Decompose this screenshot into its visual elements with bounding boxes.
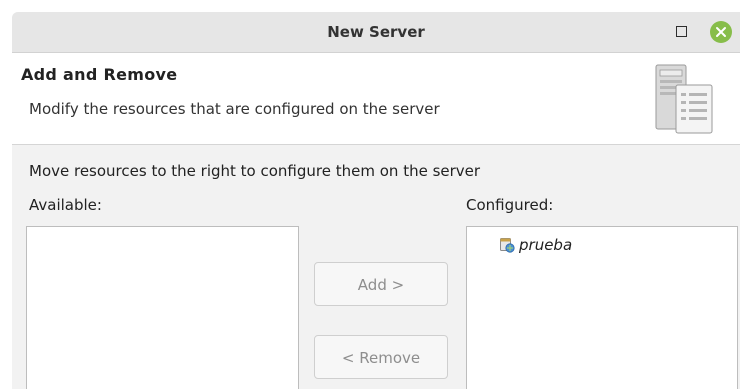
maximize-button[interactable] — [676, 26, 687, 37]
instruction-text: Move resources to the right to configure… — [29, 162, 481, 180]
dialog-window: New Server Add and Remove Modify the res… — [12, 12, 740, 389]
configured-item-label: prueba — [519, 236, 573, 254]
wizard-header: Add and Remove Modify the resources that… — [12, 53, 740, 145]
page-title: Add and Remove — [21, 65, 178, 84]
web-project-icon — [500, 238, 515, 253]
close-icon — [716, 27, 726, 37]
configured-label: Configured: — [466, 196, 554, 214]
configured-list[interactable]: prueba — [466, 226, 738, 389]
server-config-icon — [655, 64, 713, 134]
page-description: Modify the resources that are configured… — [29, 100, 440, 118]
add-button[interactable]: Add > — [314, 262, 448, 306]
list-item[interactable]: prueba — [499, 235, 572, 255]
close-button[interactable] — [710, 21, 732, 43]
available-label: Available: — [29, 196, 102, 214]
window-title: New Server — [327, 23, 425, 41]
available-list[interactable] — [26, 226, 299, 389]
remove-button[interactable]: < Remove — [314, 335, 448, 379]
title-bar[interactable]: New Server — [12, 12, 740, 53]
